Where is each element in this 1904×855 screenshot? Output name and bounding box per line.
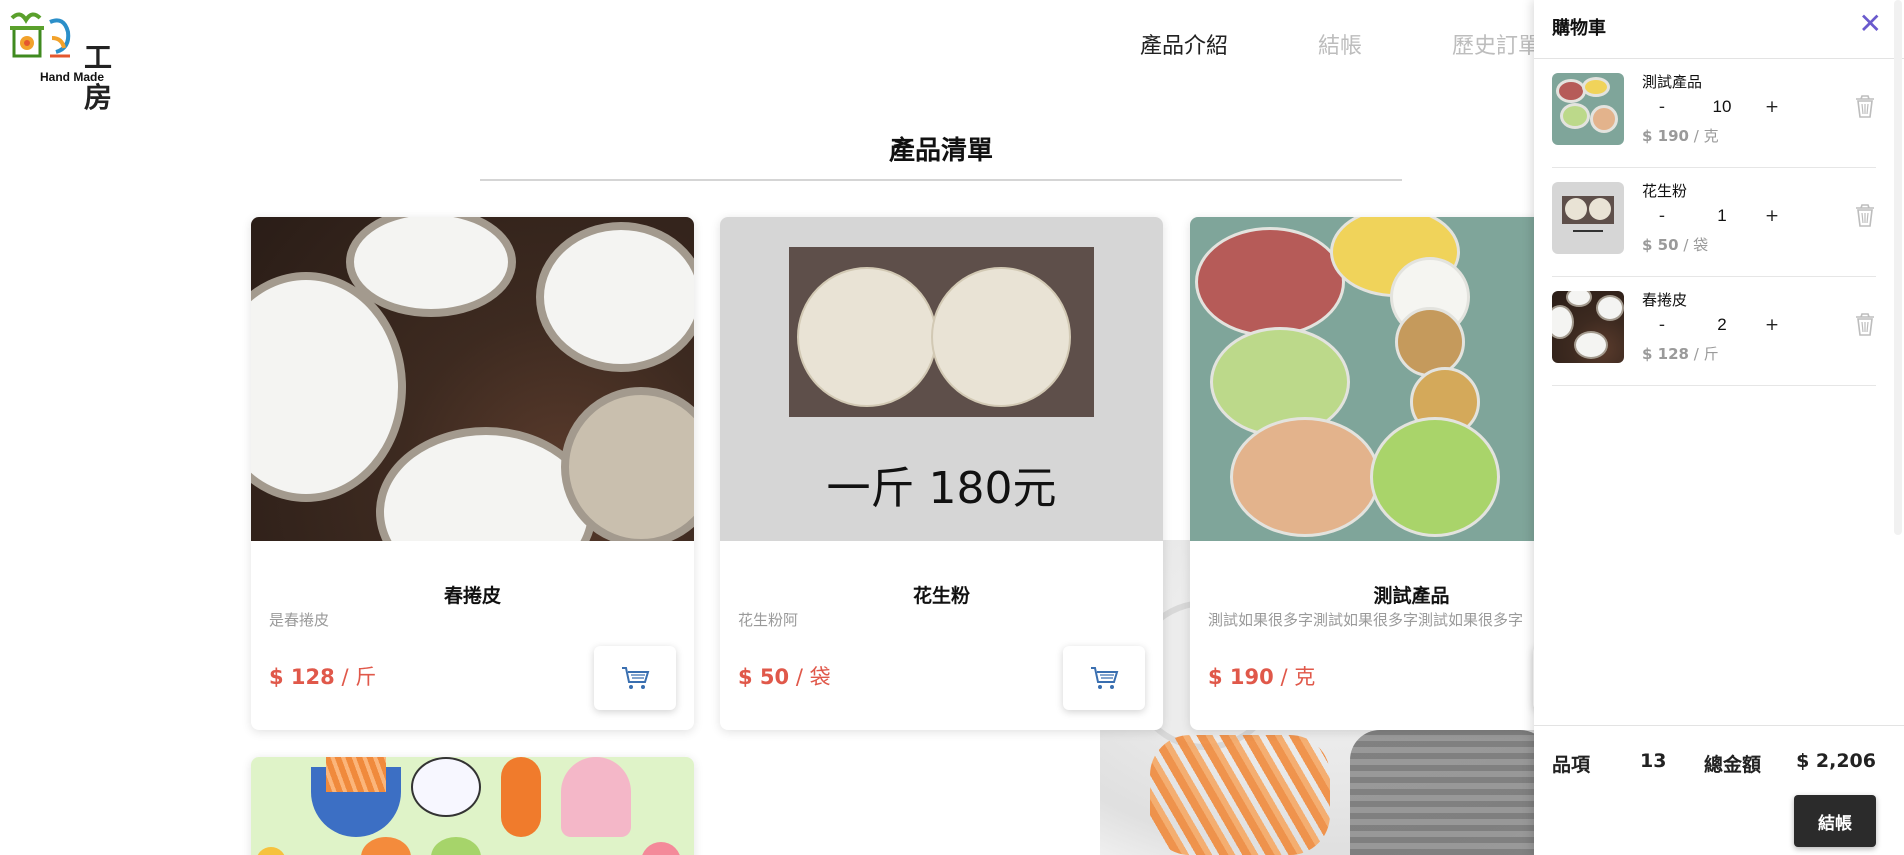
item-count-label: 品項	[1552, 754, 1591, 776]
trash-icon[interactable]	[1854, 313, 1876, 341]
decrease-quantity-button[interactable]: -	[1652, 97, 1672, 117]
increase-quantity-button[interactable]: +	[1762, 97, 1782, 117]
cart-icon	[1091, 667, 1119, 689]
logo-mark-icon	[10, 12, 71, 58]
cart-item: 春捲皮 - + $ 128 / 斤	[1552, 277, 1876, 386]
page-title: 產品清單	[888, 136, 993, 166]
product-price: $ 190 / 克	[1208, 665, 1316, 689]
nav-order-history[interactable]: 歷史訂單	[1452, 28, 1540, 60]
decrease-quantity-button[interactable]: -	[1652, 206, 1672, 226]
background-carrots	[1150, 735, 1330, 855]
increase-quantity-button[interactable]: +	[1762, 315, 1782, 335]
quantity-input[interactable]	[1692, 97, 1752, 117]
product-name: 花生粉	[912, 585, 970, 607]
product-price: $ 128 / 斤	[269, 665, 377, 689]
cart-item-thumbnail	[1552, 73, 1624, 145]
trash-icon[interactable]	[1854, 204, 1876, 232]
increase-quantity-button[interactable]: +	[1762, 206, 1782, 226]
product-image-caption: 一斤 180元	[826, 463, 1057, 514]
cart-item-name: 測試產品	[1642, 73, 1703, 91]
cart-item: 花生粉 - + $ 50 / 袋	[1552, 168, 1876, 277]
cart-item-price: $ 50 / 袋	[1642, 236, 1709, 254]
item-count-value: 13	[1640, 750, 1667, 772]
cart-item-thumbnail	[1552, 291, 1624, 363]
cart-icon	[622, 667, 650, 689]
cart-item-price: $ 128 / 斤	[1642, 345, 1719, 363]
nav-products[interactable]: 產品介紹	[1140, 28, 1228, 60]
add-to-cart-button[interactable]	[594, 646, 676, 710]
logo[interactable]: 工房 Hand Made	[6, 8, 136, 114]
scrollbar[interactable]	[1894, 0, 1902, 535]
product-image: 一斤 180元	[720, 217, 1163, 541]
cart-drawer: 購物車 ✕ 測試產品 - + $ 190 / 克	[1534, 0, 1904, 855]
product-price: $ 50 / 袋	[738, 665, 831, 689]
quantity-input[interactable]	[1692, 206, 1752, 226]
trash-icon[interactable]	[1854, 95, 1876, 123]
product-card-spring-roll-wrapper: 春捲皮 是春捲皮 $ 128 / 斤	[251, 217, 694, 730]
product-image	[251, 757, 694, 855]
quantity-input[interactable]	[1692, 315, 1752, 335]
product-name: 春捲皮	[443, 585, 501, 607]
nav-checkout[interactable]: 結帳	[1318, 28, 1362, 60]
close-icon[interactable]: ✕	[1859, 10, 1882, 38]
cart-item-thumbnail	[1552, 182, 1624, 254]
product-description: 是春捲皮	[269, 611, 330, 629]
background-jar	[1350, 730, 1550, 855]
logo-subtitle: Hand Made	[40, 70, 105, 84]
product-description: 花生粉阿	[738, 611, 799, 629]
product-card-peanut-powder: 一斤 180元 花生粉 花生粉阿 $ 50 / 袋	[720, 217, 1163, 730]
total-amount-value: $ 2,206	[1796, 750, 1876, 772]
cart-item-name: 春捲皮	[1642, 291, 1688, 309]
checkout-button[interactable]: 結帳	[1794, 795, 1876, 847]
cart-item-price: $ 190 / 克	[1642, 127, 1719, 145]
cart-item-name: 花生粉	[1642, 182, 1688, 200]
divider	[1534, 725, 1904, 726]
product-image	[251, 217, 694, 541]
title-divider	[480, 179, 1402, 181]
product-card-partial	[251, 757, 694, 855]
total-amount-label: 總金額	[1704, 754, 1762, 776]
page: 工房 Hand Made 產品介紹 結帳 歷史訂單 產品清單 春捲皮 是春捲皮 …	[0, 0, 1904, 855]
cart-title: 購物車	[1552, 18, 1606, 39]
cart-item: 測試產品 - + $ 190 / 克	[1552, 59, 1876, 168]
decrease-quantity-button[interactable]: -	[1652, 315, 1672, 335]
add-to-cart-button[interactable]	[1063, 646, 1145, 710]
